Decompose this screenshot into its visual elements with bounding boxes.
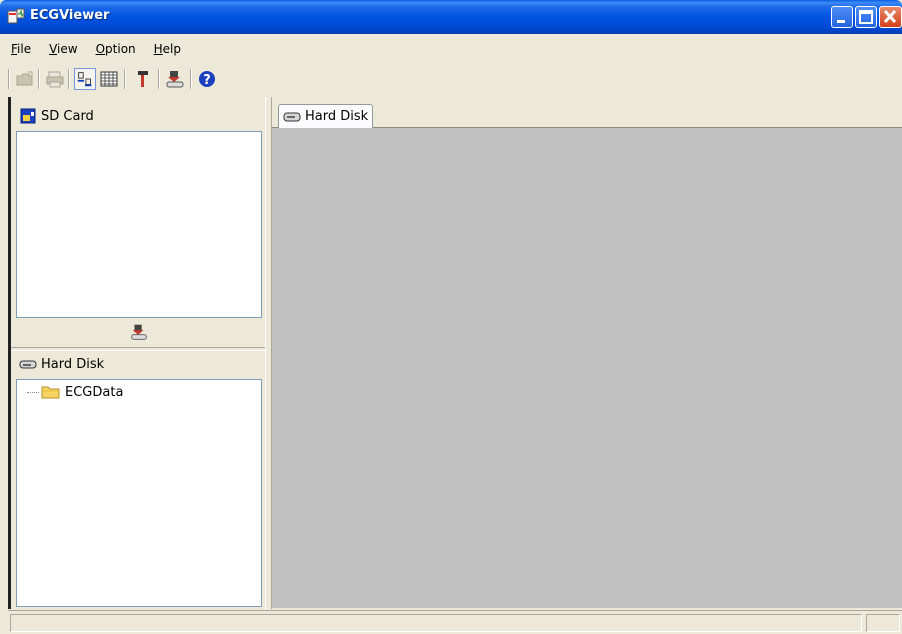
vertical-splitter[interactable] [265,97,272,609]
toolbar: ? [8,66,898,92]
menu-bar: File View Option Help [8,40,184,60]
download-to-disk-icon[interactable] [164,68,186,90]
hard-disk-icon [19,360,37,369]
toolbar-separator [158,69,160,89]
minimize-icon [837,20,845,23]
tree-item-label: ECGData [65,384,124,400]
hard-disk-icon [283,112,301,121]
sd-card-title: SD Card [41,108,94,124]
status-bar [8,610,902,634]
print-icon[interactable] [44,68,66,90]
close-button[interactable] [879,6,902,28]
right-tab-bar: Hard Disk [272,100,902,128]
hard-disk-title: Hard Disk [41,356,105,372]
tab-hard-disk[interactable]: Hard Disk [278,104,374,128]
window-title: ECGViewer [30,8,110,23]
open-folder-icon[interactable] [14,68,36,90]
menu-view[interactable]: View [46,40,80,60]
title-bar[interactable]: ECGViewer [0,0,902,34]
toolbar-separator [8,69,10,89]
toolbar-separator [190,69,192,89]
toolbar-separator [38,69,40,89]
maximize-icon [859,10,873,24]
menu-help[interactable]: Help [151,40,184,60]
download-to-disk-icon[interactable] [129,322,149,342]
maximize-button[interactable] [855,6,877,28]
detail-view-icon[interactable] [98,68,120,90]
tab-label: Hard Disk [305,109,369,124]
folder-icon [41,386,60,399]
tree-item-ecgdata[interactable]: ECGData [27,384,123,400]
svg-text:?: ? [203,73,211,88]
hammer-tool-icon[interactable] [132,68,154,90]
status-panel-grip[interactable] [866,614,900,632]
menu-file[interactable]: File [8,40,34,60]
toolbar-separator [124,69,126,89]
toolbar-separator [68,69,70,89]
minimize-button[interactable] [831,6,853,28]
left-panel: SD Card Hard Disk ECGData [8,97,268,609]
hard-disk-tree[interactable]: ECGData [16,379,262,607]
main-content-area[interactable] [272,128,902,608]
help-icon[interactable]: ? [196,68,218,90]
hard-disk-header: Hard Disk [11,351,267,377]
ecg-app-icon [7,8,25,24]
sd-card-action-bar [16,319,262,345]
list-view-icon[interactable] [74,68,96,90]
menu-option[interactable]: Option [93,40,139,60]
sd-card-header: SD Card [11,103,267,129]
sd-card-icon [20,108,36,124]
close-icon [883,9,897,24]
status-panel-main [10,614,862,632]
sd-card-list[interactable] [16,131,262,318]
tree-connector [27,391,39,393]
